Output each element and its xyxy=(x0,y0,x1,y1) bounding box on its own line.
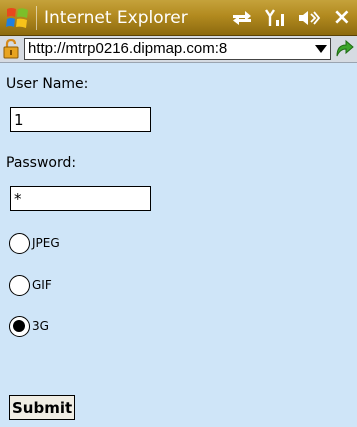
password-input[interactable] xyxy=(10,186,151,211)
window-title: Internet Explorer xyxy=(44,8,188,28)
volume-icon[interactable] xyxy=(297,8,321,28)
radio-option-3g[interactable]: 3G xyxy=(9,314,49,338)
radio-option-jpeg[interactable]: JPEG xyxy=(9,231,60,255)
username-input[interactable] xyxy=(10,107,151,132)
password-label: Password: xyxy=(6,155,77,171)
address-bar: http://mtrp0216.dipmap.com:8 xyxy=(0,36,357,63)
dropdown-icon[interactable] xyxy=(314,43,328,55)
username-label: User Name: xyxy=(6,76,89,92)
data-connection-icon[interactable] xyxy=(231,9,253,27)
radio-button-selected[interactable] xyxy=(9,315,30,337)
radio-button[interactable] xyxy=(9,274,30,296)
page-content: User Name: Password: JPEG GIF 3G Submit xyxy=(0,63,357,427)
windows-logo-icon[interactable] xyxy=(4,4,32,32)
signal-icon[interactable] xyxy=(264,8,287,28)
lock-icon xyxy=(3,39,19,59)
radio-label: 3G xyxy=(32,319,49,333)
url-text[interactable]: http://mtrp0216.dipmap.com:8 xyxy=(28,40,310,58)
close-icon[interactable]: × xyxy=(333,7,351,29)
go-icon[interactable] xyxy=(334,39,354,59)
status-icons: × xyxy=(231,6,351,30)
radio-label: GIF xyxy=(32,278,52,292)
radio-label: JPEG xyxy=(32,236,60,250)
radio-option-gif[interactable]: GIF xyxy=(9,273,52,297)
title-divider xyxy=(36,6,37,30)
url-input[interactable]: http://mtrp0216.dipmap.com:8 xyxy=(24,38,331,60)
radio-button[interactable] xyxy=(9,232,30,254)
title-bar: Internet Explorer × xyxy=(0,0,357,36)
submit-button[interactable]: Submit xyxy=(9,395,76,420)
